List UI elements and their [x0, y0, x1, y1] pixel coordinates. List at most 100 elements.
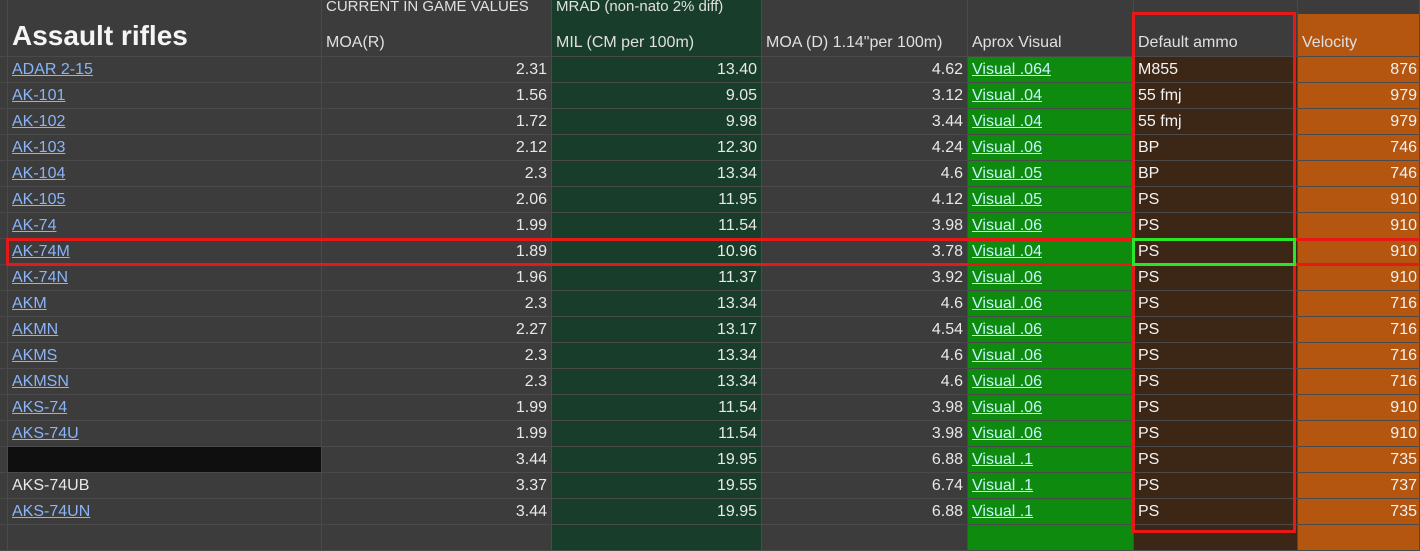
velocity-cell[interactable]: 910 — [1298, 395, 1420, 421]
velocity-cell[interactable]: 716 — [1298, 291, 1420, 317]
moa-r-cell[interactable]: 1.99 — [322, 421, 552, 447]
velocity-cell[interactable] — [1298, 525, 1420, 551]
header-ammo[interactable]: Default ammo — [1134, 14, 1298, 57]
visual-link[interactable]: Visual .05 — [972, 165, 1042, 182]
ammo-cell[interactable]: PS — [1134, 239, 1298, 265]
velocity-cell[interactable]: 979 — [1298, 83, 1420, 109]
ammo-cell[interactable]: PS — [1134, 187, 1298, 213]
mil-cell[interactable]: 13.34 — [552, 343, 762, 369]
moa-r-cell[interactable]: 2.3 — [322, 369, 552, 395]
ammo-cell[interactable]: PS — [1134, 265, 1298, 291]
weapon-link[interactable]: AKMS — [12, 347, 57, 364]
weapon-link[interactable]: AKMSN — [12, 373, 69, 390]
moa-r-cell[interactable]: 2.31 — [322, 57, 552, 83]
weapon-name-cell[interactable]: AKMS — [8, 343, 322, 369]
velocity-cell[interactable]: 735 — [1298, 447, 1420, 473]
mil-cell[interactable]: 9.05 — [552, 83, 762, 109]
weapon-link[interactable]: AKS-74U — [12, 425, 79, 442]
ammo-cell[interactable]: 55 fmj — [1134, 109, 1298, 135]
weapon-link[interactable]: AKM — [12, 295, 47, 312]
moa-d-cell[interactable]: 4.6 — [762, 161, 968, 187]
moa-d-cell[interactable]: 4.6 — [762, 343, 968, 369]
visual-link[interactable]: Visual .06 — [972, 347, 1042, 364]
header-top-moa-r[interactable]: CURRENT IN GAME VALUES — [322, 0, 552, 14]
visual-link[interactable]: Visual .04 — [972, 113, 1042, 130]
weapon-link[interactable]: AKS-74UN — [12, 503, 90, 520]
visual-link[interactable]: Visual .1 — [972, 451, 1033, 468]
header-top-ammo[interactable] — [1134, 0, 1298, 14]
ammo-cell[interactable]: M855 — [1134, 57, 1298, 83]
mil-cell[interactable]: 9.98 — [552, 109, 762, 135]
weapon-name-cell[interactable]: AKMSN — [8, 369, 322, 395]
moa-d-cell[interactable]: 4.54 — [762, 317, 968, 343]
mil-cell[interactable] — [552, 525, 762, 551]
moa-r-cell[interactable]: 3.44 — [322, 499, 552, 525]
sheet-title[interactable]: Assault rifles — [8, 14, 322, 57]
mil-cell[interactable]: 11.95 — [552, 187, 762, 213]
moa-r-cell[interactable]: 1.89 — [322, 239, 552, 265]
weapon-link[interactable]: AK-105 — [12, 191, 65, 208]
moa-d-cell[interactable]: 3.12 — [762, 83, 968, 109]
mil-cell[interactable]: 13.34 — [552, 291, 762, 317]
visual-link-cell[interactable]: Visual .04 — [968, 109, 1134, 135]
moa-r-cell[interactable]: 1.96 — [322, 265, 552, 291]
header-top-name[interactable] — [8, 0, 322, 14]
weapon-name-cell[interactable]: AK-103 — [8, 135, 322, 161]
moa-d-cell[interactable]: 3.98 — [762, 421, 968, 447]
header-visual[interactable]: Aprox Visual — [968, 14, 1134, 57]
visual-link-cell[interactable]: Visual .1 — [968, 473, 1134, 499]
visual-link-cell[interactable]: Visual .06 — [968, 343, 1134, 369]
moa-d-cell[interactable]: 4.12 — [762, 187, 968, 213]
moa-d-cell[interactable]: 6.88 — [762, 447, 968, 473]
velocity-cell[interactable]: 716 — [1298, 343, 1420, 369]
moa-r-cell[interactable]: 2.3 — [322, 291, 552, 317]
moa-r-cell[interactable] — [322, 525, 552, 551]
visual-link[interactable]: Visual .04 — [972, 243, 1042, 260]
mil-cell[interactable]: 13.34 — [552, 369, 762, 395]
velocity-cell[interactable]: 746 — [1298, 135, 1420, 161]
mil-cell[interactable]: 10.96 — [552, 239, 762, 265]
moa-d-cell[interactable]: 3.44 — [762, 109, 968, 135]
moa-r-cell[interactable]: 2.12 — [322, 135, 552, 161]
header-top-mil[interactable]: MRAD (non-nato 2% diff) — [552, 0, 762, 14]
moa-r-cell[interactable]: 1.99 — [322, 395, 552, 421]
ammo-cell[interactable]: BP — [1134, 135, 1298, 161]
visual-link[interactable]: Visual .06 — [972, 269, 1042, 286]
visual-link[interactable]: Visual .06 — [972, 217, 1042, 234]
visual-link-cell[interactable]: Visual .05 — [968, 187, 1134, 213]
moa-d-cell[interactable]: 4.6 — [762, 369, 968, 395]
ammo-cell[interactable]: PS — [1134, 343, 1298, 369]
visual-link-cell[interactable]: Visual .04 — [968, 239, 1134, 265]
mil-cell[interactable]: 11.54 — [552, 395, 762, 421]
visual-link-cell[interactable]: Visual .06 — [968, 395, 1134, 421]
moa-r-cell[interactable]: 2.06 — [322, 187, 552, 213]
visual-link-cell[interactable]: Visual .06 — [968, 421, 1134, 447]
ammo-cell[interactable]: PS — [1134, 447, 1298, 473]
mil-cell[interactable]: 19.95 — [552, 499, 762, 525]
ammo-cell[interactable]: PS — [1134, 421, 1298, 447]
mil-cell[interactable]: 11.54 — [552, 421, 762, 447]
velocity-cell[interactable]: 876 — [1298, 57, 1420, 83]
velocity-cell[interactable]: 716 — [1298, 317, 1420, 343]
weapon-link[interactable]: AK-74N — [12, 269, 68, 286]
moa-d-cell[interactable] — [762, 525, 968, 551]
visual-link[interactable]: Visual .06 — [972, 425, 1042, 442]
moa-d-cell[interactable]: 3.92 — [762, 265, 968, 291]
weapon-name-cell[interactable]: ADAR 2-15 — [8, 57, 322, 83]
weapon-link[interactable]: AK-74 — [12, 217, 56, 234]
moa-r-cell[interactable]: 2.3 — [322, 343, 552, 369]
moa-d-cell[interactable]: 4.6 — [762, 291, 968, 317]
visual-link[interactable]: Visual .06 — [972, 139, 1042, 156]
weapon-link[interactable]: AK-103 — [12, 139, 65, 156]
weapon-name-cell[interactable]: AK-101 — [8, 83, 322, 109]
weapon-name-cell[interactable]: AK-102 — [8, 109, 322, 135]
weapon-name-cell[interactable] — [8, 447, 322, 473]
velocity-cell[interactable]: 716 — [1298, 369, 1420, 395]
header-moa-d[interactable]: MOA (D) 1.14"per 100m) — [762, 14, 968, 57]
mil-cell[interactable]: 13.17 — [552, 317, 762, 343]
header-top-visual[interactable] — [968, 0, 1134, 14]
header-moa-r[interactable]: MOA(R) — [322, 14, 552, 57]
visual-link-cell[interactable]: Visual .06 — [968, 135, 1134, 161]
visual-link-cell[interactable]: Visual .064 — [968, 57, 1134, 83]
header-velocity[interactable]: Velocity — [1298, 14, 1420, 57]
